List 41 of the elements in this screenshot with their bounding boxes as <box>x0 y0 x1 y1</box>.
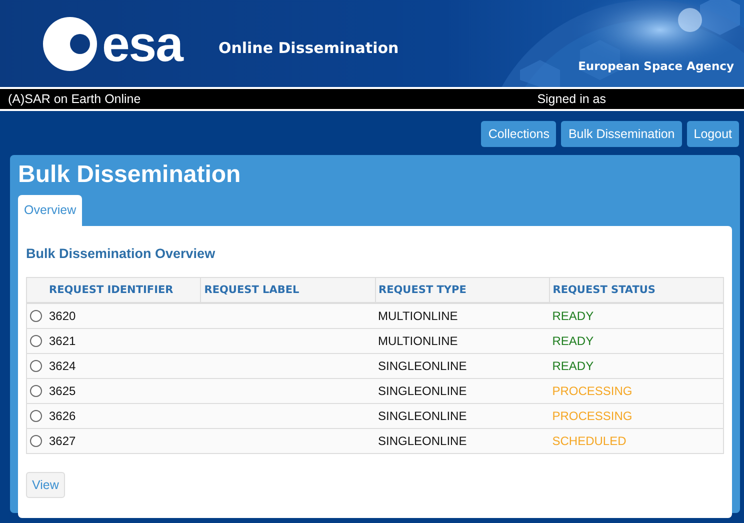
table-cell: 3627 <box>49 434 76 448</box>
column-header: REQUEST TYPE <box>375 278 550 303</box>
radio-button[interactable] <box>30 335 42 347</box>
table-cell: MULTIONLINE <box>378 309 458 323</box>
status-text: SCHEDULED <box>552 434 626 448</box>
section-title: Bulk Dissemination Overview <box>26 246 216 261</box>
table-cell: SINGLEONLINE <box>378 434 467 448</box>
table-cell: 3621 <box>49 334 76 348</box>
status-text: READY <box>552 359 594 373</box>
table-cell: SINGLEONLINE <box>378 359 467 373</box>
tab[interactable]: Overview <box>18 195 82 226</box>
status-text: PROCESSING <box>552 409 632 423</box>
table-cell: SINGLEONLINE <box>378 409 467 423</box>
nav-button[interactable]: Collections <box>481 121 556 147</box>
status-text: READY <box>552 309 594 323</box>
agency-name: European Space Agency <box>578 59 734 73</box>
site-name: (A)SAR on Earth Online <box>8 92 141 106</box>
logo-text: esa <box>102 18 182 68</box>
status-text: READY <box>552 334 594 348</box>
table-cell: 3625 <box>49 384 76 398</box>
column-header: REQUEST LABEL <box>200 278 375 303</box>
status-text: PROCESSING <box>552 384 632 398</box>
table-cell: MULTIONLINE <box>378 334 458 348</box>
table-cell: SINGLEONLINE <box>378 384 467 398</box>
radio-button[interactable] <box>30 410 42 422</box>
column-header: REQUEST STATUS <box>549 278 724 303</box>
radio-button[interactable] <box>30 310 42 322</box>
radio-button[interactable] <box>30 360 42 372</box>
logo-icon <box>42 16 98 72</box>
app-title: Online Dissemination <box>218 38 399 56</box>
page-title: Bulk Dissemination <box>18 161 242 189</box>
radio-button[interactable] <box>30 385 42 397</box>
nav-button[interactable]: Logout <box>686 121 739 147</box>
radio-button[interactable] <box>30 435 42 447</box>
signed-in-label: Signed in as <box>537 92 606 106</box>
column-header: REQUEST IDENTIFIER <box>26 278 201 303</box>
table-cell: 3626 <box>49 409 76 423</box>
table-cell: 3624 <box>49 359 76 373</box>
nav-button[interactable]: Bulk Dissemination <box>561 121 682 147</box>
table-cell: 3620 <box>49 309 76 323</box>
view-button[interactable]: View <box>26 472 65 498</box>
